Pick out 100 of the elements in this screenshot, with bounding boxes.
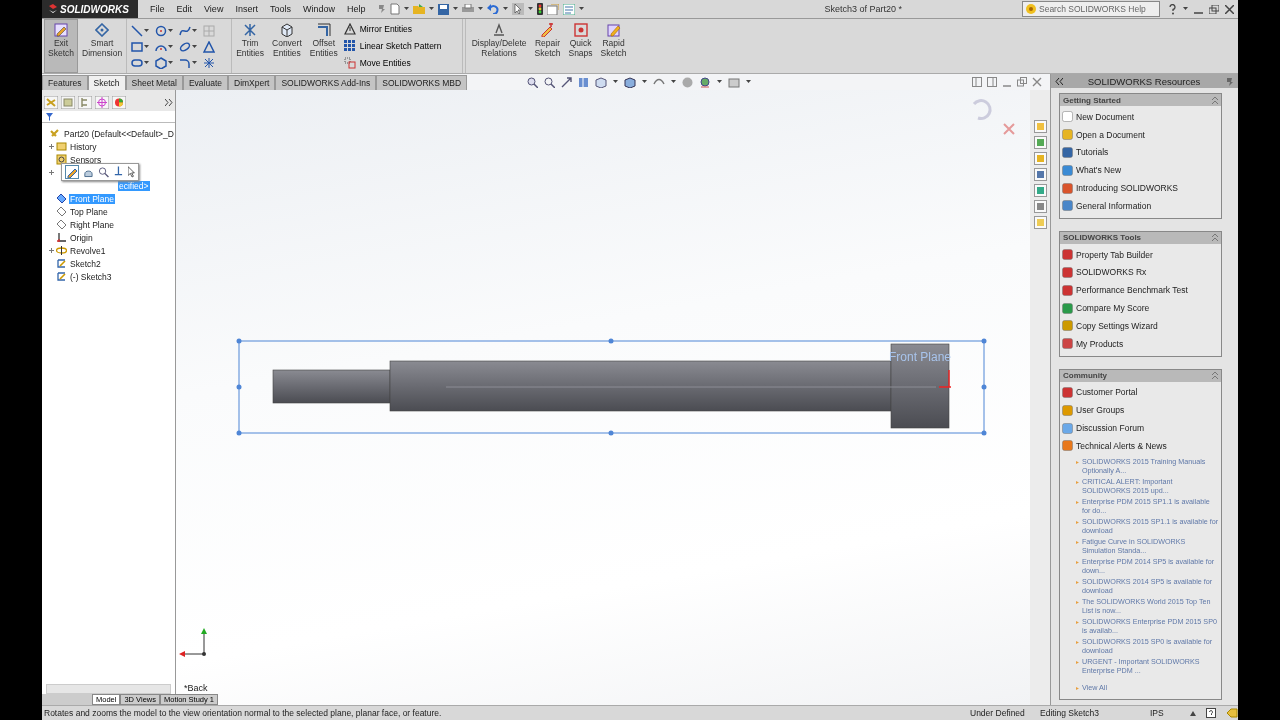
view-settings-icon[interactable] bbox=[728, 76, 741, 88]
menu-item[interactable]: View bbox=[198, 4, 230, 14]
point-icon[interactable] bbox=[203, 57, 216, 69]
units-button[interactable]: IPS bbox=[1150, 708, 1190, 718]
resource-link[interactable]: SOLIDWORKS Rx bbox=[1062, 263, 1219, 282]
polygon-icon[interactable] bbox=[155, 57, 168, 69]
search-field[interactable]: Search SOLIDWORKS Help bbox=[1022, 1, 1160, 17]
restore-icon[interactable] bbox=[1209, 4, 1219, 14]
expand-icon[interactable] bbox=[48, 144, 54, 149]
display-style-icon[interactable] bbox=[624, 76, 637, 88]
menu-item[interactable]: Edit bbox=[170, 4, 199, 14]
close-icon[interactable] bbox=[1032, 77, 1042, 87]
help-icon[interactable] bbox=[1168, 3, 1177, 15]
resource-link[interactable]: Customer Portal bbox=[1062, 383, 1219, 402]
resize-handle[interactable] bbox=[236, 430, 242, 436]
restore-icon[interactable] bbox=[1017, 77, 1027, 87]
caret-icon[interactable] bbox=[746, 80, 752, 84]
resize-handle[interactable] bbox=[236, 338, 242, 344]
resource-link[interactable]: User Groups bbox=[1062, 401, 1219, 420]
caret-icon[interactable] bbox=[144, 45, 150, 49]
resize-handle[interactable] bbox=[608, 430, 614, 436]
rectangle-icon[interactable] bbox=[131, 41, 144, 53]
caret-icon[interactable] bbox=[478, 7, 484, 11]
toolbar-button[interactable]: Mirror Entities bbox=[343, 23, 456, 36]
crosshair-icon[interactable] bbox=[95, 96, 109, 109]
toolbar-button[interactable]: Convert Entities bbox=[268, 19, 306, 73]
zoom-icon[interactable] bbox=[97, 166, 109, 178]
resize-handle[interactable] bbox=[236, 384, 242, 390]
property-manager-icon[interactable] bbox=[61, 96, 75, 109]
close-icon[interactable] bbox=[1225, 4, 1234, 14]
caret-icon[interactable] bbox=[144, 29, 150, 33]
menu-item[interactable]: Help bbox=[340, 4, 372, 14]
ellipse-icon[interactable] bbox=[179, 41, 192, 53]
resource-link[interactable]: Technical Alerts & News bbox=[1062, 436, 1219, 455]
view-orientation-icon[interactable] bbox=[595, 76, 608, 88]
caret-icon[interactable] bbox=[642, 80, 648, 84]
resource-link[interactable]: Discussion Forum bbox=[1062, 419, 1219, 437]
caret-icon[interactable] bbox=[168, 29, 174, 33]
resize-handle[interactable] bbox=[981, 430, 987, 436]
edit-sketch-button[interactable] bbox=[65, 165, 79, 179]
caret-icon[interactable] bbox=[528, 7, 534, 11]
menu-item[interactable]: Insert bbox=[229, 4, 264, 14]
resize-handle[interactable] bbox=[981, 384, 987, 390]
slot-icon[interactable] bbox=[131, 57, 144, 69]
caret-icon[interactable] bbox=[613, 80, 619, 84]
toolbar-button[interactable]: Move Entities bbox=[343, 56, 456, 69]
expand-icon[interactable] bbox=[48, 248, 54, 253]
toolbar-button[interactable]: Trim Entities bbox=[232, 19, 269, 73]
caret-icon[interactable] bbox=[429, 7, 435, 11]
resource-link[interactable]: Compare My Score bbox=[1062, 299, 1219, 317]
zoom-to-fit-icon[interactable] bbox=[527, 76, 539, 88]
resource-link[interactable]: New Document bbox=[1062, 108, 1219, 126]
resource-link[interactable]: Introducing SOLIDWORKS bbox=[1062, 179, 1219, 197]
normal-to-icon[interactable] bbox=[112, 166, 124, 178]
resource-link[interactable]: Performance Benchmark Test bbox=[1062, 281, 1219, 300]
section-view-icon[interactable] bbox=[578, 76, 590, 88]
resource-link[interactable]: Copy Settings Wizard bbox=[1062, 316, 1219, 335]
tree-item[interactable]: Origin bbox=[69, 232, 94, 243]
caret-icon[interactable] bbox=[579, 7, 585, 11]
toolbar-button[interactable]: Quick Snaps bbox=[564, 19, 597, 73]
save-icon[interactable] bbox=[438, 3, 450, 15]
color-wheel-icon[interactable] bbox=[112, 96, 126, 109]
traffic-light-icon[interactable] bbox=[537, 3, 544, 15]
caret-icon[interactable] bbox=[168, 61, 174, 65]
feature-tree-icon[interactable] bbox=[44, 96, 58, 109]
caret-icon[interactable] bbox=[192, 61, 198, 65]
resource-link[interactable]: General Information bbox=[1062, 197, 1219, 215]
spline-icon[interactable] bbox=[179, 25, 192, 37]
resource-link[interactable]: Open a Document bbox=[1062, 125, 1219, 144]
tree-item[interactable]: Right Plane bbox=[69, 219, 115, 230]
caret-icon[interactable] bbox=[144, 61, 150, 65]
tree-item[interactable]: Part20 (Default<<Default>_D bbox=[63, 128, 175, 139]
tab[interactable]: Evaluate bbox=[182, 75, 228, 90]
tab[interactable]: Sheet Metal bbox=[125, 75, 183, 90]
configuration-icon[interactable] bbox=[78, 96, 92, 109]
caret-icon[interactable] bbox=[168, 45, 174, 49]
menu-item[interactable]: Tools bbox=[263, 4, 297, 14]
help-icon[interactable] bbox=[1206, 708, 1216, 718]
resize-handle[interactable] bbox=[608, 338, 614, 344]
tag-icon[interactable] bbox=[1226, 708, 1238, 718]
printer-icon[interactable] bbox=[462, 4, 475, 14]
expand-icon[interactable] bbox=[48, 170, 54, 175]
resource-link[interactable]: What's New bbox=[1062, 161, 1219, 180]
caret-icon[interactable] bbox=[717, 80, 723, 84]
line-icon[interactable] bbox=[131, 25, 144, 37]
tree-item[interactable]: Revolve1 bbox=[69, 245, 107, 256]
tree-item[interactable]: Sketch2 bbox=[69, 258, 102, 269]
caret-icon[interactable] bbox=[1183, 7, 1188, 11]
zoom-area-icon[interactable] bbox=[544, 76, 556, 88]
tab[interactable]: Features bbox=[42, 75, 88, 90]
tab[interactable]: Sketch bbox=[87, 75, 126, 90]
scene-icon[interactable] bbox=[699, 76, 712, 88]
letter-shape-icon[interactable] bbox=[203, 41, 216, 53]
tile-right-icon[interactable] bbox=[987, 77, 997, 87]
tab[interactable]: SOLIDWORKS Add-Ins bbox=[275, 75, 377, 90]
tab[interactable]: DimXpert bbox=[228, 75, 276, 90]
fillet-icon[interactable] bbox=[179, 57, 192, 69]
resource-link[interactable]: My Products bbox=[1062, 334, 1219, 353]
pointer-icon[interactable] bbox=[512, 3, 525, 15]
caret-icon[interactable] bbox=[453, 7, 459, 11]
